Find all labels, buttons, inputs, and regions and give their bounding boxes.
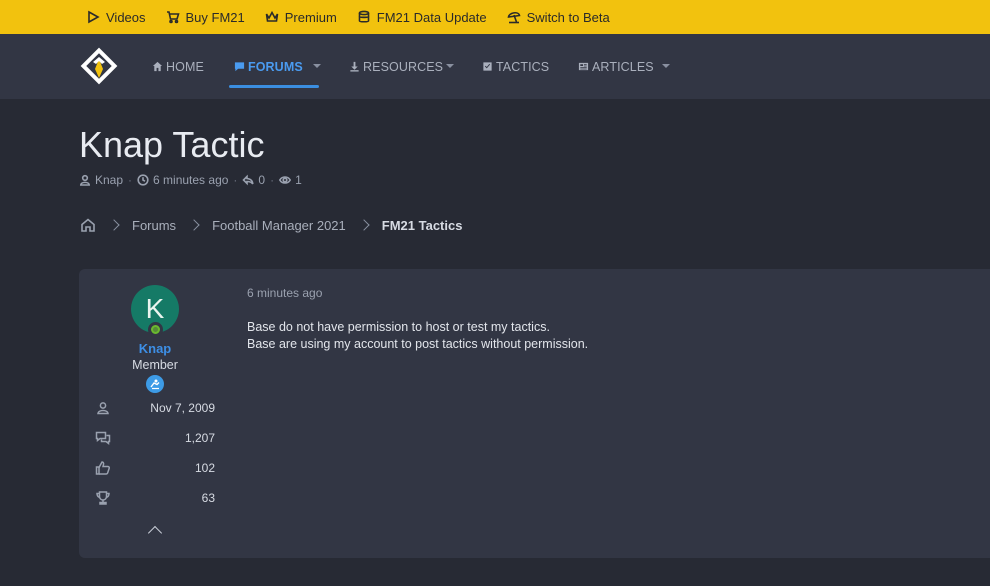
post-card: K Knap Member Nov 7, 2009 1,207 102 63 6… xyxy=(79,269,990,558)
nav-active-indicator xyxy=(229,85,319,88)
thread-replies: 0 xyxy=(258,173,266,187)
topbar-buy-label: Buy FM21 xyxy=(185,9,245,25)
breadcrumb-football-manager-2021[interactable]: Football Manager 2021 xyxy=(212,218,346,233)
chevron-right-icon xyxy=(108,219,120,231)
home-icon xyxy=(152,61,163,72)
stat-messages-value[interactable]: 1,207 xyxy=(185,431,215,445)
page-title: Knap Tactic xyxy=(79,124,265,165)
stat-reactions-value: 102 xyxy=(194,461,215,475)
online-status-icon xyxy=(148,322,163,337)
thumbs-up-icon xyxy=(95,461,111,475)
site-logo[interactable] xyxy=(78,45,120,87)
stat-joined: Nov 7, 2009 xyxy=(95,398,215,418)
nav-resources-dropdown-caret[interactable] xyxy=(446,64,454,68)
topbar-premium-link[interactable]: Premium xyxy=(265,10,337,25)
topbar-buy-link[interactable]: Buy FM21 xyxy=(166,10,245,25)
nav-forums-dropdown-caret[interactable] xyxy=(313,64,321,68)
breadcrumb-forums[interactable]: Forums xyxy=(132,218,176,233)
user-icon xyxy=(79,174,91,186)
user-icon xyxy=(97,402,109,415)
topbar-videos-label: Videos xyxy=(106,9,146,25)
checkbox-icon xyxy=(483,62,492,71)
cart-icon xyxy=(166,11,180,24)
stat-trophy-points: 63 xyxy=(95,488,215,508)
topbar-switch-beta-link[interactable]: Switch to Beta xyxy=(507,10,610,25)
database-icon xyxy=(358,10,370,23)
nav-tactics[interactable]: TACTICS xyxy=(482,34,549,99)
topbar-videos-link[interactable]: Videos xyxy=(86,10,146,25)
umbrella-icon xyxy=(507,12,521,24)
thread-age[interactable]: 6 minutes ago xyxy=(153,173,228,187)
nav-home[interactable]: HOME xyxy=(152,34,204,99)
post-body: Base do not have permission to host or t… xyxy=(247,319,947,353)
crown-icon xyxy=(265,10,279,22)
nav-articles[interactable]: ARTICLES xyxy=(578,34,654,99)
nav-articles-label: ARTICLES xyxy=(592,59,654,74)
topbar-premium-label: Premium xyxy=(284,9,337,25)
topbar-data-update-link[interactable]: FM21 Data Update xyxy=(357,10,487,25)
newspaper-icon xyxy=(578,62,589,71)
stat-reactions: 102 xyxy=(95,458,215,478)
meta-separator: · xyxy=(233,173,238,187)
breadcrumb-home-icon[interactable] xyxy=(80,217,96,233)
trophy-icon xyxy=(96,491,110,505)
eye-icon xyxy=(279,176,292,184)
topbar-data-update-label: FM21 Data Update xyxy=(376,9,487,25)
topbar-switch-beta-label: Switch to Beta xyxy=(526,9,610,25)
meta-separator: · xyxy=(128,173,133,187)
download-icon xyxy=(350,61,359,72)
nav-articles-dropdown-caret[interactable] xyxy=(662,64,670,68)
meta-separator: · xyxy=(270,173,275,187)
thread-author[interactable]: Knap xyxy=(95,173,123,187)
reply-icon xyxy=(242,174,255,186)
nav-forums-label: FORUMS xyxy=(248,59,303,74)
chevron-right-icon xyxy=(188,219,200,231)
post-date[interactable]: 6 minutes ago xyxy=(247,286,322,300)
badge-figure-icon xyxy=(150,379,160,390)
stat-joined-value: Nov 7, 2009 xyxy=(150,401,215,415)
rank-badge-icon[interactable] xyxy=(146,375,164,393)
breadcrumb-fm21-tactics[interactable]: FM21 Tactics xyxy=(382,218,463,233)
chevron-right-icon xyxy=(358,219,370,231)
post-body-line: Base do not have permission to host or t… xyxy=(247,320,550,334)
chat-icon xyxy=(234,62,245,72)
nav-resources[interactable]: RESOURCES xyxy=(349,34,443,99)
nav-home-label: HOME xyxy=(166,59,204,74)
stat-trophy-points-value[interactable]: 63 xyxy=(202,491,215,505)
post-username[interactable]: Knap xyxy=(79,341,231,356)
top-bar: Videos Buy FM21 Premium FM21 Data Update… xyxy=(0,0,990,34)
thread-meta: Knap · 6 minutes ago · 0 · 1 xyxy=(79,173,302,187)
breadcrumb: Forums Football Manager 2021 FM21 Tactic… xyxy=(80,217,462,233)
play-icon xyxy=(88,10,100,24)
messages-icon xyxy=(95,431,111,446)
main-nav: HOME FORUMS RESOURCES TACTICS ARTICLES xyxy=(0,34,990,99)
stat-messages: 1,207 xyxy=(95,428,215,448)
collapse-user-info-button[interactable] xyxy=(147,525,163,541)
clock-icon xyxy=(137,174,149,186)
post-body-line: Base are using my account to post tactic… xyxy=(247,337,589,351)
nav-resources-label: RESOURCES xyxy=(363,59,444,74)
nav-forums[interactable]: FORUMS xyxy=(234,34,303,99)
thread-views: 1 xyxy=(295,173,302,187)
post-user-title: Member xyxy=(132,358,178,372)
nav-tactics-label: TACTICS xyxy=(496,59,550,74)
